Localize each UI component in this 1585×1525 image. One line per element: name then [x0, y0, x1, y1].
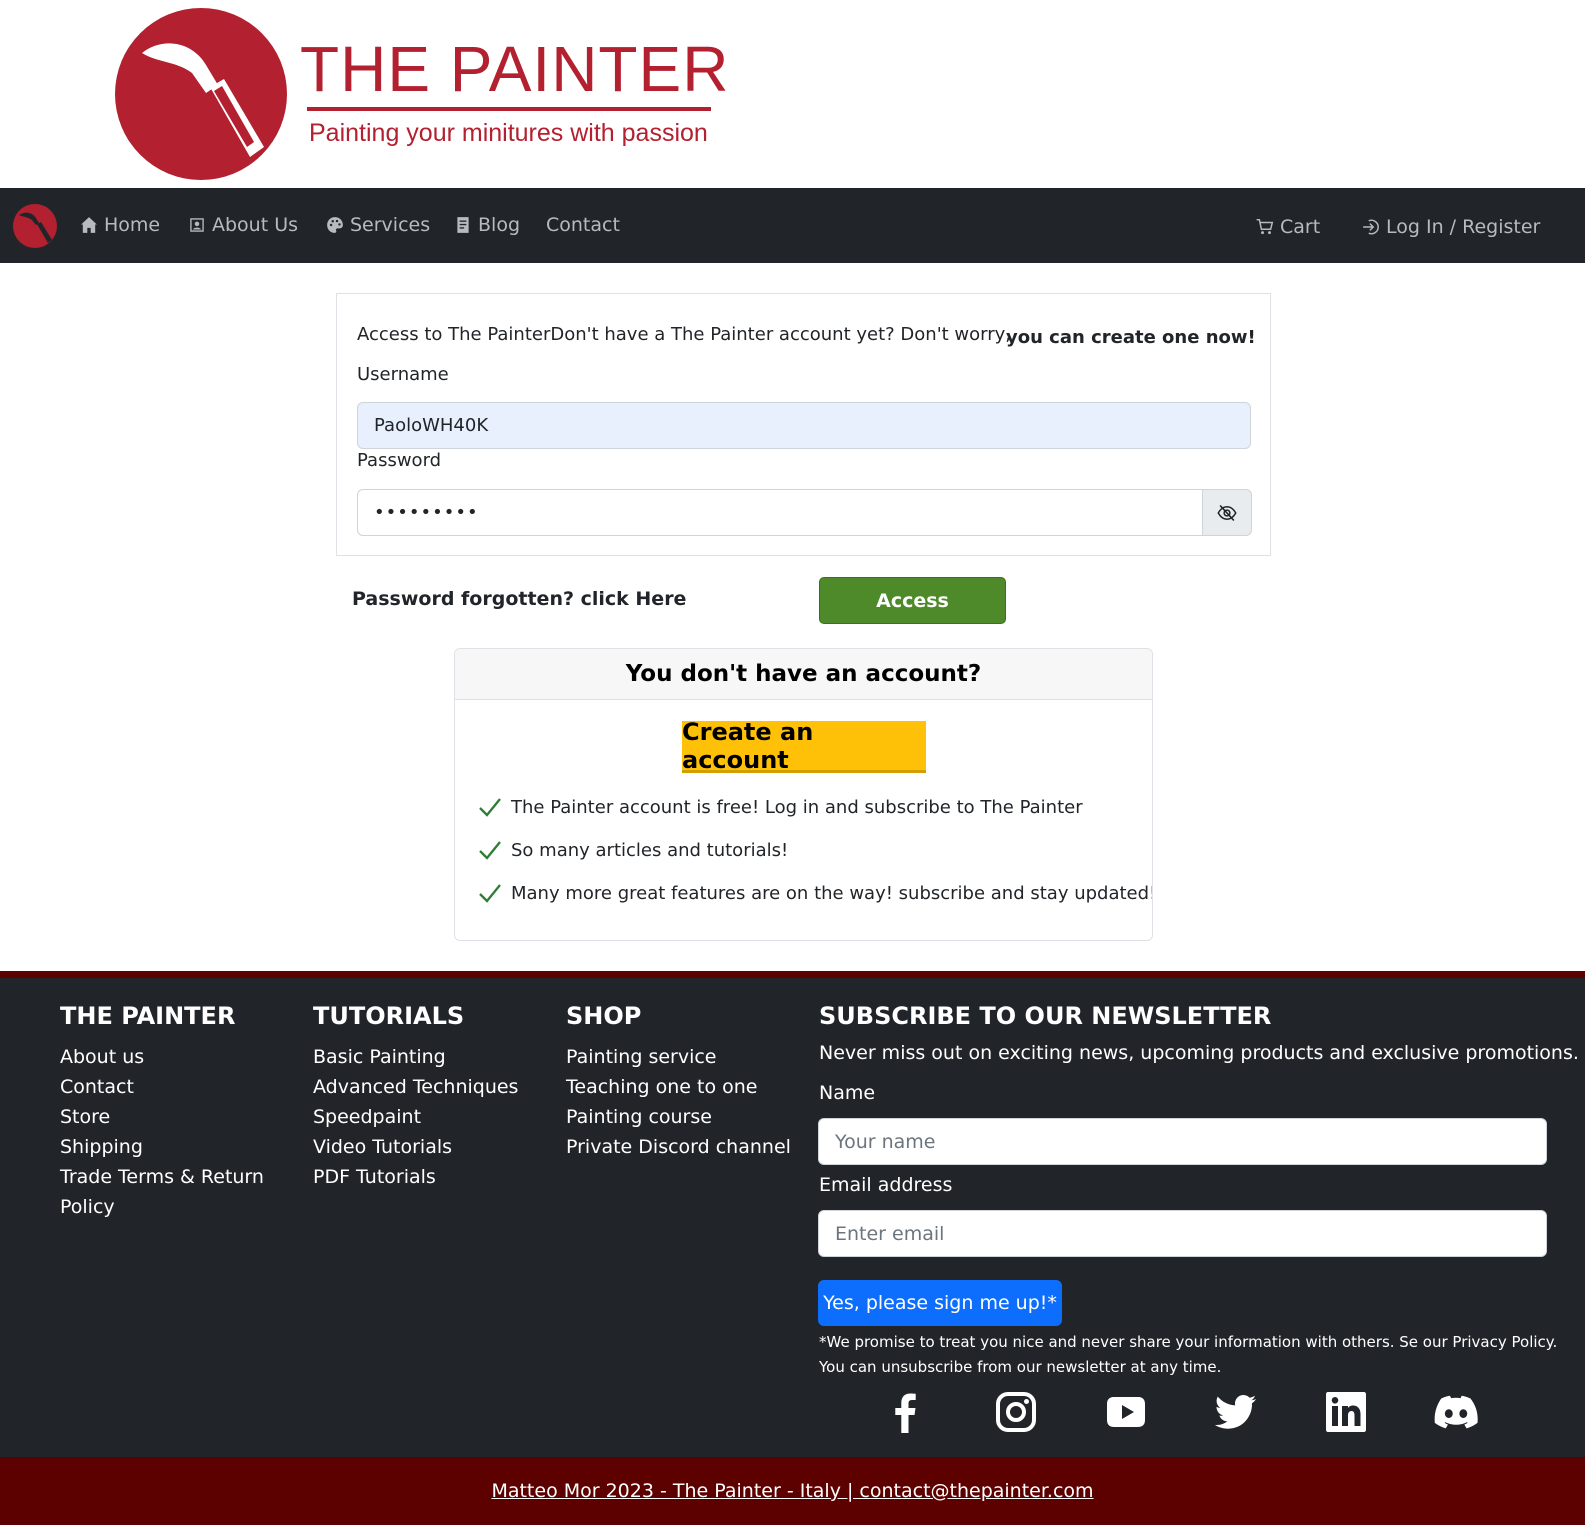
footer-link[interactable]: Painting service — [566, 1042, 791, 1072]
nav-contact[interactable]: Contact — [546, 210, 620, 240]
feature-text: The Painter account is free! Log in and … — [511, 796, 1083, 818]
newsletter-email-input[interactable]: Enter email — [818, 1210, 1547, 1257]
youtube-link[interactable] — [1104, 1390, 1148, 1434]
nav-about-us-label: About Us — [212, 214, 299, 236]
document-icon — [457, 217, 469, 233]
feature-text: So many articles and tutorials! — [511, 839, 789, 861]
nav-blog-label: Blog — [478, 214, 520, 236]
newsletter-email-label: Email address — [819, 1174, 953, 1196]
site-footer: THE PAINTER About us Contact Store Shipp… — [0, 971, 1585, 1457]
palette-icon — [327, 217, 343, 233]
feature-text: Many more great features are on the way!… — [511, 882, 1153, 904]
no-account-card: You don't have an account? Create an acc… — [454, 648, 1153, 941]
person-badge-icon — [190, 218, 204, 232]
feature-item: So many articles and tutorials! — [477, 835, 788, 865]
twitter-link[interactable] — [1214, 1390, 1258, 1434]
copyright-bar: Matteo Mor 2023 - The Painter - Italy | … — [0, 1457, 1585, 1525]
password-label: Password — [357, 450, 442, 471]
username-input[interactable]: PaoloWH40K — [357, 402, 1251, 449]
footer-col-shop-title: SHOP — [566, 1002, 642, 1030]
access-button[interactable]: Access — [819, 577, 1006, 624]
login-card: Access to The PainterDon't have a The Pa… — [336, 293, 1271, 556]
nav-home[interactable]: Home — [80, 210, 160, 240]
footer-link[interactable]: Shipping — [60, 1132, 264, 1162]
footer-link[interactable]: Store — [60, 1102, 264, 1132]
footer-link[interactable]: Painting course — [566, 1102, 791, 1132]
discord-link[interactable] — [1434, 1390, 1478, 1434]
username-label: Username — [357, 364, 449, 385]
nav-services[interactable]: Services — [326, 210, 430, 240]
footer-link[interactable]: Video Tutorials — [313, 1132, 518, 1162]
nav-services-label: Services — [350, 214, 431, 236]
nav-login-register[interactable]: Log In / Register — [1362, 212, 1540, 242]
footer-link[interactable]: Private Discord channel — [566, 1132, 791, 1162]
create-account-link[interactable]: you can create one now! — [1006, 327, 1256, 348]
footer-col-tutorials-links: Basic Painting Advanced Techniques Speed… — [313, 1042, 518, 1192]
footer-col-the-painter-title: THE PAINTER — [60, 1002, 236, 1030]
brush-logo-icon[interactable] — [114, 7, 288, 181]
newsletter-name-input[interactable]: Your name — [818, 1118, 1547, 1165]
footer-link[interactable]: About us — [60, 1042, 264, 1072]
logo-divider — [307, 107, 711, 111]
forgot-password-link[interactable]: Password forgotten? click Here — [352, 588, 686, 610]
footer-link[interactable]: PDF Tutorials — [313, 1162, 518, 1192]
nav-login-register-label: Log In / Register — [1386, 216, 1541, 238]
nav-about-us[interactable]: About Us — [188, 210, 298, 240]
cart-icon — [1256, 218, 1274, 235]
footer-link[interactable]: Speedpaint — [313, 1102, 518, 1132]
instagram-link[interactable] — [994, 1390, 1038, 1434]
nav-home-label: Home — [104, 214, 161, 236]
facebook-link[interactable] — [884, 1390, 928, 1434]
newsletter-title: SUBSCRIBE TO OUR NEWSLETTER — [819, 1002, 1272, 1030]
footer-link[interactable]: Advanced Techniques — [313, 1072, 518, 1102]
site-header: THE PAINTER Painting your minitures with… — [0, 0, 1585, 188]
facebook-icon — [895, 1393, 916, 1433]
main-navbar: Home About Us Services Blog Contact Cart… — [0, 188, 1585, 263]
newsletter-description: Never miss out on exciting news, upcomin… — [819, 1042, 1579, 1064]
nav-contact-label: Contact — [546, 214, 620, 236]
copyright-contact-link[interactable]: Matteo Mor 2023 - The Painter - Italy | … — [491, 1480, 1093, 1502]
nav-cart[interactable]: Cart — [1256, 212, 1320, 242]
feature-item: The Painter account is free! Log in and … — [477, 792, 1083, 822]
logo-subtitle: Painting your minitures with passion — [309, 119, 708, 147]
house-icon — [81, 217, 97, 233]
instagram-icon — [996, 1392, 1036, 1432]
no-account-title: You don't have an account? — [455, 649, 1152, 700]
logo-title: THE PAINTER — [300, 33, 730, 105]
navbar-brand-logo-icon[interactable] — [12, 203, 58, 249]
discord-icon — [1434, 1395, 1478, 1429]
footer-col-the-painter-links: About us Contact Store Shipping Trade Te… — [60, 1042, 264, 1222]
nav-cart-label: Cart — [1280, 216, 1321, 238]
twitter-icon — [1214, 1395, 1256, 1429]
footer-link[interactable]: Contact — [60, 1072, 264, 1102]
footer-link[interactable]: Policy — [60, 1192, 264, 1222]
create-account-button[interactable]: Create an account — [682, 718, 926, 774]
feature-item: Many more great features are on the way!… — [477, 878, 1153, 908]
linkedin-link[interactable] — [1324, 1390, 1368, 1434]
check-icon — [479, 841, 501, 860]
linkedin-icon — [1326, 1392, 1366, 1432]
toggle-password-visibility-button[interactable] — [1202, 489, 1252, 536]
footer-link[interactable]: Teaching one to one — [566, 1072, 791, 1102]
check-icon — [479, 884, 501, 903]
footer-col-tutorials-title: TUTORIALS — [313, 1002, 465, 1030]
newsletter-name-label: Name — [819, 1082, 876, 1104]
password-input[interactable]: ••••••••• — [357, 489, 1203, 536]
login-arrow-icon — [1363, 219, 1379, 235]
nav-blog[interactable]: Blog — [454, 210, 520, 240]
check-icon — [479, 798, 501, 817]
footer-link[interactable]: Trade Terms & Return — [60, 1162, 264, 1192]
youtube-icon — [1107, 1397, 1145, 1427]
footer-col-shop-links: Painting service Teaching one to one Pai… — [566, 1042, 791, 1162]
newsletter-subscribe-button[interactable]: Yes, please sign me up!* — [818, 1280, 1062, 1326]
eye-slash-icon — [1217, 504, 1237, 521]
newsletter-disclaimer: *We promise to treat you nice and never … — [819, 1333, 1558, 1376]
login-intro-text: Access to The PainterDon't have a The Pa… — [357, 324, 1012, 345]
footer-link[interactable]: Basic Painting — [313, 1042, 518, 1072]
